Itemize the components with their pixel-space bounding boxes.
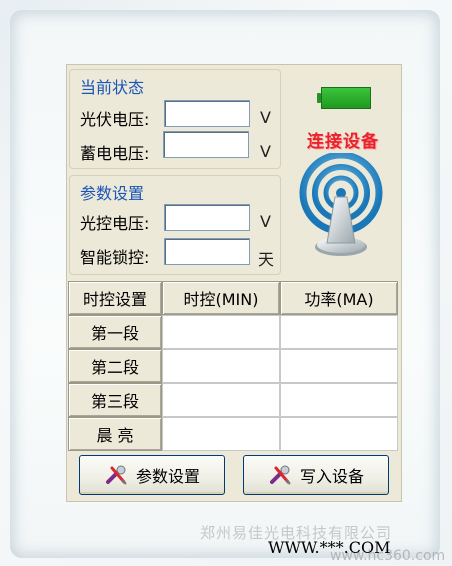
params-group-title: 参数设置: [80, 184, 145, 203]
battery-voltage-unit: V: [260, 142, 271, 161]
connect-device-label[interactable]: 连接设备: [295, 127, 391, 152]
table-row-label: 第三段: [68, 383, 162, 417]
light-control-unit: V: [260, 212, 271, 231]
pv-voltage-label: 光伏电压:: [80, 110, 150, 129]
pv-voltage-unit: V: [260, 108, 271, 127]
table-cell-minutes[interactable]: [162, 349, 280, 383]
params-setting-button[interactable]: 参数设置: [79, 455, 225, 495]
pv-voltage-field[interactable]: [164, 100, 250, 127]
controller-panel: 当前状态 光伏电压: V 蓄电电压: V 参数设置 光控电压: V 智能锁控: …: [66, 64, 402, 502]
table-row-label: 第一段: [68, 315, 162, 349]
table-header-minutes: 时控(MIN): [162, 281, 280, 315]
params-group: 参数设置 光控电压: V 智能锁控: 天: [69, 175, 281, 275]
table-cell-power[interactable]: [280, 383, 398, 417]
table-row-label: 第二段: [68, 349, 162, 383]
write-device-button-label: 写入设备: [299, 467, 364, 486]
table-cell-power[interactable]: [280, 417, 398, 451]
table-header-power: 功率(MA): [280, 281, 398, 315]
smart-lock-label: 智能锁控:: [80, 248, 150, 267]
table-cell-minutes[interactable]: [162, 383, 280, 417]
wrench-screwdriver-icon: [105, 465, 127, 485]
table-cell-power[interactable]: [280, 349, 398, 383]
table-row-label: 晨 亮: [68, 417, 162, 451]
table-cell-minutes[interactable]: [162, 417, 280, 451]
params-setting-button-label: 参数设置: [135, 467, 200, 486]
battery-voltage-field[interactable]: [163, 131, 249, 158]
write-device-button[interactable]: 写入设备: [243, 455, 389, 495]
smart-lock-field[interactable]: [164, 238, 250, 265]
table-header-timer-setting: 时控设置: [68, 281, 162, 315]
smart-lock-unit: 天: [258, 250, 275, 269]
wireless-antenna-icon[interactable]: [295, 153, 387, 263]
table-cell-minutes[interactable]: [162, 315, 280, 349]
battery-voltage-label: 蓄电电压:: [80, 144, 150, 163]
light-control-label: 光控电压:: [80, 214, 150, 233]
url-watermark: WWW.***.COM: [268, 538, 391, 557]
battery-icon: [317, 87, 371, 109]
wrench-screwdriver-icon: [269, 465, 291, 485]
light-control-field[interactable]: [164, 204, 250, 231]
table-cell-power[interactable]: [280, 315, 398, 349]
status-group-title: 当前状态: [80, 78, 145, 97]
